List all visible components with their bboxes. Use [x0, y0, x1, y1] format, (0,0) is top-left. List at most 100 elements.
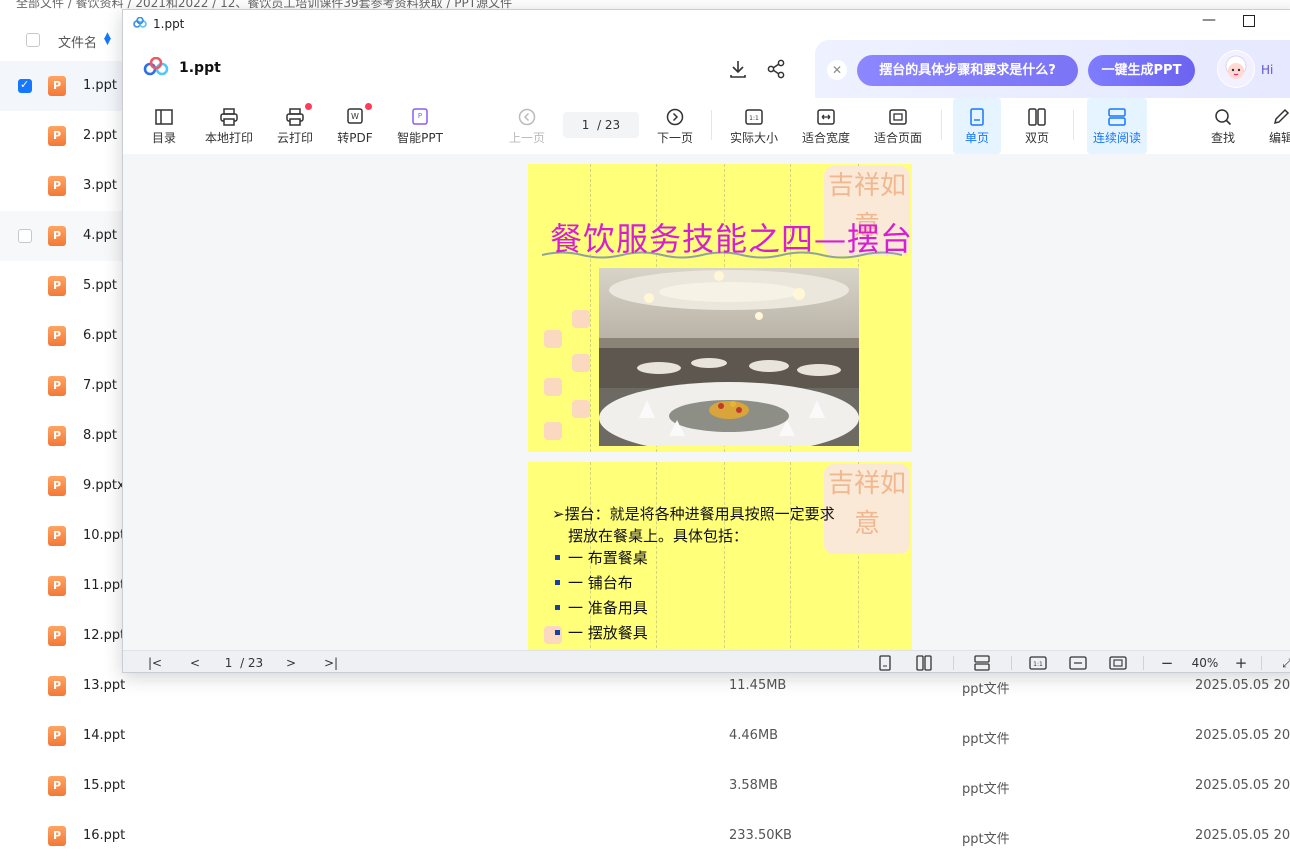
- fit-width-icon[interactable]: [1069, 654, 1087, 672]
- file-type: ppt文件: [962, 832, 1010, 847]
- double-page-button[interactable]: 双页: [1015, 98, 1059, 154]
- single-page-button[interactable]: 单页: [953, 98, 1001, 154]
- zoom-out-icon[interactable]: −: [1159, 654, 1175, 672]
- smart-ppt-button[interactable]: P 智能PPT: [393, 98, 447, 154]
- row-checkbox[interactable]: [18, 229, 32, 243]
- svg-text:P: P: [418, 112, 422, 120]
- assistant-avatar-icon[interactable]: [1217, 50, 1255, 88]
- first-page-icon[interactable]: |<: [145, 654, 165, 672]
- ppt-file-icon: P: [48, 426, 66, 446]
- continuous-read-icon[interactable]: [973, 654, 991, 672]
- last-page-icon[interactable]: >|: [321, 654, 341, 672]
- fit-page-button[interactable]: 适合页面: [869, 98, 927, 154]
- chevron-left-icon[interactable]: <: [187, 654, 203, 672]
- bullet-marker: [555, 555, 560, 560]
- page-number-input[interactable]: 1 / 23: [563, 112, 639, 138]
- fit-width-button[interactable]: 适合宽度: [797, 98, 855, 154]
- file-name[interactable]: 10.ppt: [83, 528, 125, 543]
- to-pdf-button[interactable]: W 转PDF: [333, 98, 377, 154]
- statusbar-divider: [1011, 656, 1012, 670]
- ppt-file-icon: P: [48, 126, 66, 146]
- file-row[interactable]: P 16.ppt 233.50KB ppt文件 2025.05.05 20:24: [0, 811, 1290, 861]
- file-size: 4.46MB: [729, 728, 779, 743]
- double-page-icon[interactable]: [915, 654, 933, 672]
- file-name[interactable]: 2.ppt: [83, 128, 117, 143]
- file-name[interactable]: 7.ppt: [83, 378, 117, 393]
- file-name[interactable]: 4.ppt: [83, 228, 117, 243]
- slide-1[interactable]: 吉祥如意 餐饮服务技能之四—摆台: [528, 164, 912, 452]
- file-name[interactable]: 3.ppt: [83, 178, 117, 193]
- edit-button[interactable]: 编辑: [1261, 98, 1290, 154]
- file-size: 3.58MB: [729, 778, 779, 793]
- single-page-icon[interactable]: [877, 654, 893, 672]
- toc-button[interactable]: 目录: [143, 98, 185, 154]
- ppt-viewer-window: 1.ppt — 1.ppt ✕ 摆台的具体步骤和要求是什么? 一键生成PPT H…: [122, 9, 1290, 673]
- fullscreen-icon[interactable]: ⤢: [1279, 654, 1290, 672]
- file-size: 233.50KB: [729, 828, 792, 843]
- printer-icon: [220, 108, 238, 126]
- file-name[interactable]: 11.ppt: [83, 578, 125, 593]
- ai-suggested-question-button[interactable]: 摆台的具体步骤和要求是什么?: [857, 55, 1078, 86]
- file-name[interactable]: 6.ppt: [83, 328, 117, 343]
- file-name[interactable]: 9.pptx: [83, 478, 125, 493]
- fit-page-icon: [889, 109, 907, 125]
- file-row[interactable]: P 14.ppt 4.46MB ppt文件 2025.05.05 20:24: [0, 711, 1290, 761]
- file-name[interactable]: 5.ppt: [83, 278, 117, 293]
- find-label: 查找: [1210, 131, 1235, 145]
- share-icon[interactable]: [765, 58, 787, 80]
- file-name[interactable]: 8.ppt: [83, 428, 117, 443]
- ppt-file-icon: P: [48, 276, 66, 296]
- actual-size-icon: 1:1: [745, 109, 763, 125]
- fit-page-icon[interactable]: [1109, 654, 1127, 672]
- continuous-read-button[interactable]: 连续阅读: [1087, 98, 1147, 154]
- slide-2[interactable]: 吉祥如意 ➢摆台：就是将各种进餐用具按照一定要求 摆放在餐桌上。具体包括： 一 …: [528, 462, 912, 650]
- slide-title: 餐饮服务技能之四—摆台: [550, 220, 912, 258]
- sort-icon[interactable]: ▲ ▼: [104, 32, 111, 47]
- prev-page-button[interactable]: 上一页: [505, 98, 549, 154]
- statusbar-page-indicator[interactable]: 1 / 23: [219, 654, 269, 672]
- generate-ppt-button[interactable]: 一键生成PPT: [1088, 55, 1195, 86]
- fit-width-icon: [817, 109, 835, 125]
- toolbar-divider: [711, 110, 712, 140]
- slide-list-item: 一 摆放餐具: [568, 624, 648, 642]
- restaurant-photo: [599, 268, 859, 446]
- file-name[interactable]: 16.ppt: [83, 828, 125, 843]
- fit-page-label: 适合页面: [873, 131, 922, 145]
- viewer-statusbar: |< < 1 / 23 > >| 1:1 − 40% + ⤢: [123, 650, 1290, 672]
- zoom-in-icon[interactable]: +: [1233, 654, 1249, 672]
- chevron-right-icon[interactable]: >: [283, 654, 299, 672]
- page-total: / 23: [597, 118, 621, 132]
- seal-stamp-decoration: [572, 400, 590, 418]
- file-name[interactable]: 14.ppt: [83, 728, 125, 743]
- file-name[interactable]: 15.ppt: [83, 778, 125, 793]
- window-titlebar: 1.ppt —: [123, 10, 1290, 38]
- continuous-read-icon: [1108, 108, 1126, 126]
- bullet-marker: [555, 580, 560, 585]
- zoom-level[interactable]: 40%: [1185, 654, 1225, 672]
- find-button[interactable]: 查找: [1203, 98, 1243, 154]
- row-checkbox[interactable]: [18, 78, 32, 93]
- seal-decoration: 吉祥如意: [824, 464, 910, 554]
- single-page-icon: [970, 108, 984, 126]
- download-icon[interactable]: [727, 58, 749, 80]
- file-name[interactable]: 13.ppt: [83, 678, 125, 693]
- next-page-button[interactable]: 下一页: [653, 98, 697, 154]
- file-row[interactable]: P 15.ppt 3.58MB ppt文件 2025.05.05 20:24: [0, 761, 1290, 811]
- notification-dot: [365, 103, 372, 110]
- minimize-button[interactable]: —: [1199, 12, 1219, 34]
- actual-size-button[interactable]: 1:1 实际大小: [725, 98, 783, 154]
- actual-size-icon[interactable]: 1:1: [1029, 654, 1047, 672]
- seal-stamp-decoration: [572, 310, 590, 328]
- local-print-button[interactable]: 本地打印: [201, 98, 257, 154]
- file-name[interactable]: 1.ppt: [83, 78, 117, 93]
- column-header-name[interactable]: 文件名: [58, 32, 97, 51]
- cloud-print-button[interactable]: 云打印: [273, 98, 317, 154]
- toolbar-divider: [1073, 110, 1074, 140]
- statusbar-page-current: 1: [224, 656, 233, 670]
- maximize-button[interactable]: [1243, 15, 1255, 27]
- select-all-checkbox[interactable]: [26, 33, 40, 47]
- close-icon[interactable]: ✕: [827, 60, 847, 80]
- file-name[interactable]: 12.ppt: [83, 628, 125, 643]
- document-canvas[interactable]: 吉祥如意 餐饮服务技能之四—摆台 吉祥如意 ➢摆台：就是将各种进餐用具按照一定要…: [123, 154, 1290, 650]
- slide-list-item: 一 铺台布: [568, 574, 633, 592]
